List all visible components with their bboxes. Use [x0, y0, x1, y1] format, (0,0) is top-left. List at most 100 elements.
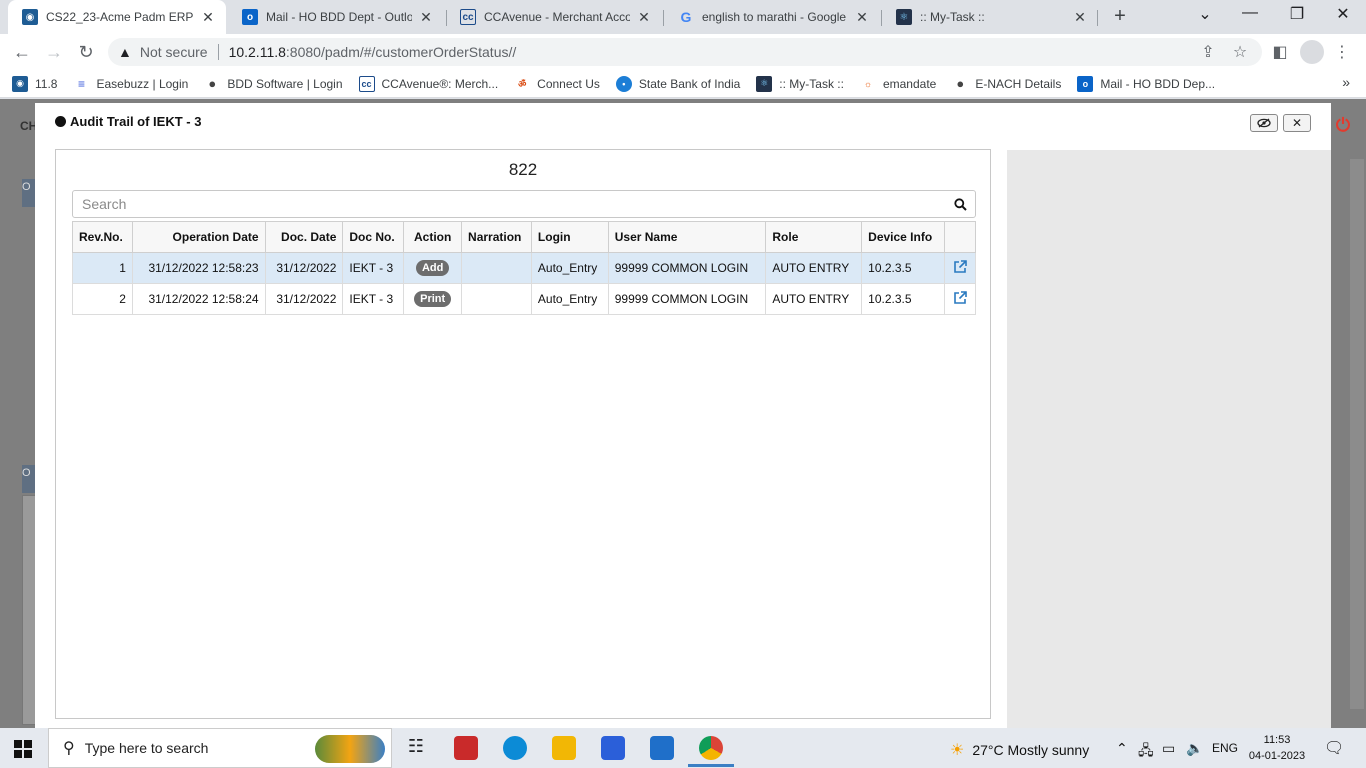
tab-mail[interactable]: o Mail - HO BDD Dept - Outloo ✕ — [228, 0, 444, 34]
minimize-button[interactable]: — — [1235, 4, 1265, 22]
volume-icon[interactable]: 🔈 — [1186, 740, 1203, 757]
table-header-row: Rev.No. Operation Date Doc. Date Doc No.… — [72, 221, 977, 253]
bookmark-11-8[interactable]: ◉ 11.8 — [12, 75, 57, 92]
doc-date-cell: 31/12/2022 — [264, 252, 344, 284]
audit-table: Rev.No. Operation Date Doc. Date Doc No.… — [72, 221, 977, 315]
system-clock[interactable]: 11:53 04-01-2023 — [1244, 732, 1310, 764]
address-bar[interactable]: ▲ Not secure 10.2.11.8 :8080/padm/#/cust… — [108, 38, 1262, 66]
menu-kebab-icon[interactable]: ⋮ — [1332, 42, 1352, 62]
close-tab-icon[interactable]: ✕ — [200, 9, 216, 26]
bookmark-sbi[interactable]: • State Bank of India — [615, 75, 740, 92]
forward-arrow-icon[interactable]: → — [42, 40, 66, 64]
network-icon[interactable]: 🖧 — [1138, 740, 1154, 764]
device-info-cell: 10.2.3.5 — [861, 283, 945, 315]
close-modal-button[interactable]: ✕ — [1283, 114, 1311, 132]
profile-avatar-icon[interactable] — [1300, 40, 1324, 64]
column-header[interactable]: Device Info — [861, 221, 945, 253]
tab-google[interactable]: G english to marathi - Google S ✕ — [664, 0, 880, 34]
close-tab-icon[interactable]: ✕ — [636, 9, 652, 26]
column-header[interactable]: Operation Date — [131, 221, 266, 253]
column-header[interactable]: Login — [530, 221, 609, 253]
bookmark-connect-us[interactable]: ॐ Connect Us — [514, 76, 600, 92]
edge-icon[interactable] — [503, 736, 527, 760]
table-row[interactable]: 1 31/12/2022 12:58:23 31/12/2022 IEKT - … — [72, 252, 977, 284]
rev-no-cell: 2 — [72, 283, 133, 315]
column-header[interactable]: User Name — [607, 221, 767, 253]
browser-tab-strip: ◉ CS22_23-Acme Padm ERP Pla ✕ o Mail - H… — [0, 0, 1366, 34]
windows-taskbar: ⚲ Type here to search ☷ ☀ 27°C Mostly sun… — [0, 728, 1366, 768]
taskbar-search-box[interactable]: ⚲ Type here to search — [48, 728, 392, 768]
column-header[interactable]: Role — [765, 221, 863, 253]
share-icon[interactable]: ⇪ — [1198, 42, 1218, 62]
external-link-icon[interactable] — [951, 289, 969, 307]
back-arrow-icon[interactable]: ← — [10, 40, 34, 64]
doc-date-cell: 31/12/2022 — [264, 283, 344, 315]
narration-cell — [461, 283, 532, 315]
show-hidden-icons-icon[interactable]: ⌃ — [1116, 740, 1128, 757]
bookmark-star-icon[interactable]: ☆ — [1230, 42, 1250, 62]
bookmark-bdd-software[interactable]: ● BDD Software | Login — [204, 76, 342, 92]
weather-widget[interactable]: ☀ 27°C Mostly sunny — [950, 740, 1089, 760]
search-input[interactable] — [73, 191, 945, 217]
file-explorer-icon[interactable] — [552, 736, 576, 760]
task-view-icon[interactable]: ☷ — [404, 736, 428, 760]
new-tab-button[interactable]: + — [1108, 5, 1132, 28]
bullet-icon — [55, 116, 66, 127]
side-panel-icon[interactable]: ◧ — [1270, 42, 1290, 62]
close-tab-icon[interactable]: ✕ — [1072, 9, 1088, 26]
ccavenue-icon: cc — [358, 75, 375, 92]
store-icon[interactable] — [601, 736, 625, 760]
narration-cell — [461, 252, 532, 284]
chrome-icon[interactable] — [699, 736, 723, 760]
login-cell: Auto_Entry — [530, 252, 609, 284]
tab-my-task[interactable]: ⚛ :: My-Task :: ✕ — [882, 0, 1098, 34]
audit-panel: 822 Rev.No. Operation Date Doc. Date — [55, 149, 991, 719]
role-cell: AUTO ENTRY — [765, 252, 863, 284]
bookmarks-overflow-button[interactable]: » — [1342, 74, 1350, 90]
bookmark-ccavenue[interactable]: cc CCAvenue®: Merch... — [358, 75, 498, 92]
open-detail-cell — [943, 252, 977, 284]
page-scrollbar[interactable] — [1350, 159, 1364, 709]
doc-no-cell: IEKT - 3 — [342, 283, 405, 315]
side-panel — [1007, 150, 1331, 728]
restore-button[interactable]: ❐ — [1282, 4, 1312, 24]
bookmark-mail[interactable]: o Mail - HO BDD Dep... — [1077, 75, 1215, 92]
column-header[interactable]: Action — [403, 221, 463, 253]
warning-triangle-icon[interactable]: ▲ — [118, 44, 132, 60]
notifications-icon[interactable]: 🗨 — [1324, 738, 1344, 758]
security-label[interactable]: Not secure — [140, 44, 208, 60]
easebuzz-icon: ≡ — [77, 76, 85, 91]
tab-erp[interactable]: ◉ CS22_23-Acme Padm ERP Pla ✕ — [8, 0, 226, 34]
hide-eye-button[interactable] — [1250, 114, 1278, 132]
reload-icon[interactable]: ↻ — [74, 40, 98, 64]
external-link-icon[interactable] — [951, 258, 969, 276]
display-icon[interactable]: ▭ — [1162, 740, 1175, 757]
react-icon: ⚛ — [896, 9, 912, 25]
bookmark-my-task[interactable]: ⚛:: My-Task :: — [756, 75, 844, 92]
column-header[interactable]: Rev.No. — [72, 221, 133, 253]
column-header[interactable]: Doc. Date — [264, 221, 344, 253]
tab-search-button[interactable]: ⌄ — [1190, 4, 1220, 24]
bookmark-easebuzz[interactable]: ≡ Easebuzz | Login — [73, 76, 188, 92]
bookmark-emandate[interactable]: ☼ emandate — [860, 76, 937, 92]
close-window-button[interactable]: ✕ — [1328, 4, 1358, 24]
tab-ccavenue[interactable]: cc CCAvenue - Merchant Accou ✕ — [446, 0, 662, 34]
globe-icon: ● — [956, 76, 965, 91]
windows-start-icon[interactable] — [14, 740, 32, 758]
audit-trail-modal: Audit Trail of IEKT - 3 ✕ 822 Search Rev… — [35, 103, 1331, 728]
power-icon[interactable]: ⏻ — [1332, 115, 1354, 137]
modal-header: Audit Trail of IEKT - 3 ✕ — [35, 103, 1331, 149]
column-header[interactable]: Doc No. — [342, 221, 405, 253]
close-tab-icon[interactable]: ✕ — [418, 9, 434, 26]
close-tab-icon[interactable]: ✕ — [854, 9, 870, 26]
column-header[interactable]: Narration — [461, 221, 532, 253]
search-icon[interactable] — [945, 191, 975, 217]
bookmark-enach[interactable]: ● E-NACH Details — [952, 76, 1061, 92]
search-box — [72, 190, 976, 218]
mail-icon[interactable] — [650, 736, 674, 760]
url-host: 10.2.11.8 — [228, 44, 286, 60]
app-v-icon[interactable] — [454, 736, 478, 760]
table-row[interactable]: 2 31/12/2022 12:58:24 31/12/2022 IEKT - … — [72, 283, 977, 315]
language-indicator[interactable]: ENG — [1212, 741, 1238, 755]
search-icon: ⚲ — [63, 740, 75, 757]
